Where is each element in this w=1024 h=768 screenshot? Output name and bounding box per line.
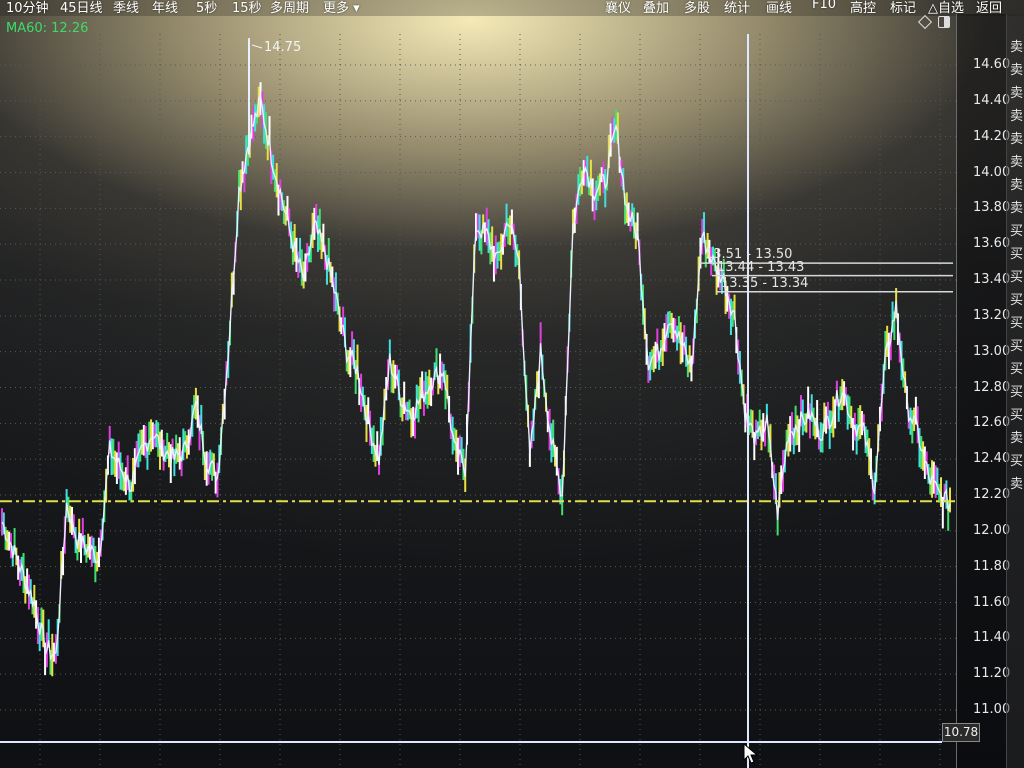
- order-side-char: 买: [1010, 408, 1024, 423]
- price-tick-label: 13.60: [973, 236, 1011, 252]
- toolbar-item-14[interactable]: 高控: [850, 0, 876, 16]
- order-side-char: 卖: [1010, 40, 1024, 55]
- order-side-strip: 卖卖卖卖卖卖卖卖买买买买买买买买买卖买卖: [1006, 14, 1024, 768]
- chart-bars: [1, 82, 951, 677]
- price-tick-label: 12.00: [973, 522, 1011, 538]
- toolbar-item-0[interactable]: 10分钟: [6, 0, 49, 16]
- price-tick-label: 13.20: [973, 307, 1011, 323]
- order-side-char: 买: [1010, 454, 1024, 469]
- price-tick-label: 11.40: [973, 630, 1011, 646]
- toolbar-item-5[interactable]: 15秒: [232, 0, 262, 16]
- price-tick-label: 11.80: [973, 558, 1011, 574]
- ma60-label: MA60: 12.26: [6, 21, 89, 36]
- price-tick-label: 14.00: [973, 164, 1011, 180]
- order-side-char: 买: [1010, 224, 1024, 239]
- peak-marker-line: [251, 44, 263, 49]
- price-tick-label: 12.40: [973, 451, 1011, 467]
- price-tick-label: 12.60: [973, 415, 1011, 431]
- high-price-marker: 14.75: [264, 40, 302, 55]
- order-side-char: 买: [1010, 385, 1024, 400]
- order-side-char: 卖: [1010, 178, 1024, 193]
- price-tick-label: 11.00: [973, 702, 1011, 717]
- price-tick-label: 13.40: [973, 272, 1011, 287]
- order-side-char: 买: [1010, 247, 1024, 262]
- level-label: 13.35 - 13.34: [721, 275, 809, 291]
- price-tick-label: 11.20: [973, 666, 1011, 682]
- toolbar-item-4[interactable]: 5秒: [196, 0, 217, 16]
- toolbar-item-3[interactable]: 年线: [152, 0, 178, 16]
- toolbar-item-1[interactable]: 45日线: [60, 0, 103, 16]
- toolbar-item-7[interactable]: 更多 ▾: [323, 0, 360, 16]
- toolbar-item-8[interactable]: 襄仪: [605, 0, 631, 16]
- order-side-char: 卖: [1010, 132, 1024, 147]
- price-tick-label: 14.40: [973, 92, 1011, 108]
- order-side-char: 卖: [1010, 155, 1024, 170]
- order-side-char: 卖: [1010, 109, 1024, 124]
- mouse-cursor-icon: [743, 743, 759, 764]
- toolbar-item-10[interactable]: 多股: [684, 0, 710, 16]
- toolbar-item-6[interactable]: 多周期: [270, 0, 309, 16]
- order-side-char: 买: [1010, 339, 1024, 354]
- price-tick-label: 11.60: [973, 594, 1011, 610]
- crosshair-price-readout: 10.78: [942, 723, 980, 742]
- price-tick-label: 13.00: [973, 343, 1011, 359]
- order-side-char: 卖: [1010, 86, 1024, 101]
- window-toggle-icon[interactable]: [938, 16, 950, 28]
- toolbar-item-9[interactable]: 叠加: [643, 0, 669, 16]
- order-side-char: 买: [1010, 316, 1024, 331]
- toolbar: 10分钟 45日线 季线 年线 5秒 15秒 多周期 更多 ▾ 襄仪 叠加 多股 统计 画线 F10 高控标…: [0, 0, 1024, 16]
- order-side-char: 买: [1010, 362, 1024, 377]
- price-tick-label: 12.20: [973, 487, 1011, 502]
- order-side-char: 卖: [1010, 477, 1024, 492]
- toolbar-item-15[interactable]: 标记: [890, 0, 916, 16]
- toolbar-item-12[interactable]: 画线: [766, 0, 792, 16]
- price-tick-label: 14.60: [973, 57, 1011, 72]
- price-tick-label: 13.80: [973, 200, 1011, 216]
- level-label: 13.44 - 13.43: [717, 259, 805, 275]
- order-side-char: 卖: [1010, 63, 1024, 78]
- order-side-char: 买: [1010, 270, 1024, 285]
- order-side-char: 买: [1010, 293, 1024, 308]
- order-side-char: 卖: [1010, 201, 1024, 216]
- order-side-char: 卖: [1010, 431, 1024, 446]
- toolbar-item-2[interactable]: 季线: [113, 0, 139, 16]
- price-line: [1, 94, 951, 661]
- price-axis[interactable]: 14.60 14.40 14.20 14.00 13.80 13.60 13.40 13.20…: [956, 14, 1011, 768]
- price-tick-label: 14.20: [973, 128, 1011, 144]
- toolbar-item-11[interactable]: 统计: [724, 0, 750, 16]
- price-tick-label: 12.80: [973, 379, 1011, 395]
- price-chart[interactable]: [0, 0, 956, 768]
- toolbar-item-13[interactable]: F10: [812, 0, 836, 12]
- price-series-line: [1, 38, 951, 661]
